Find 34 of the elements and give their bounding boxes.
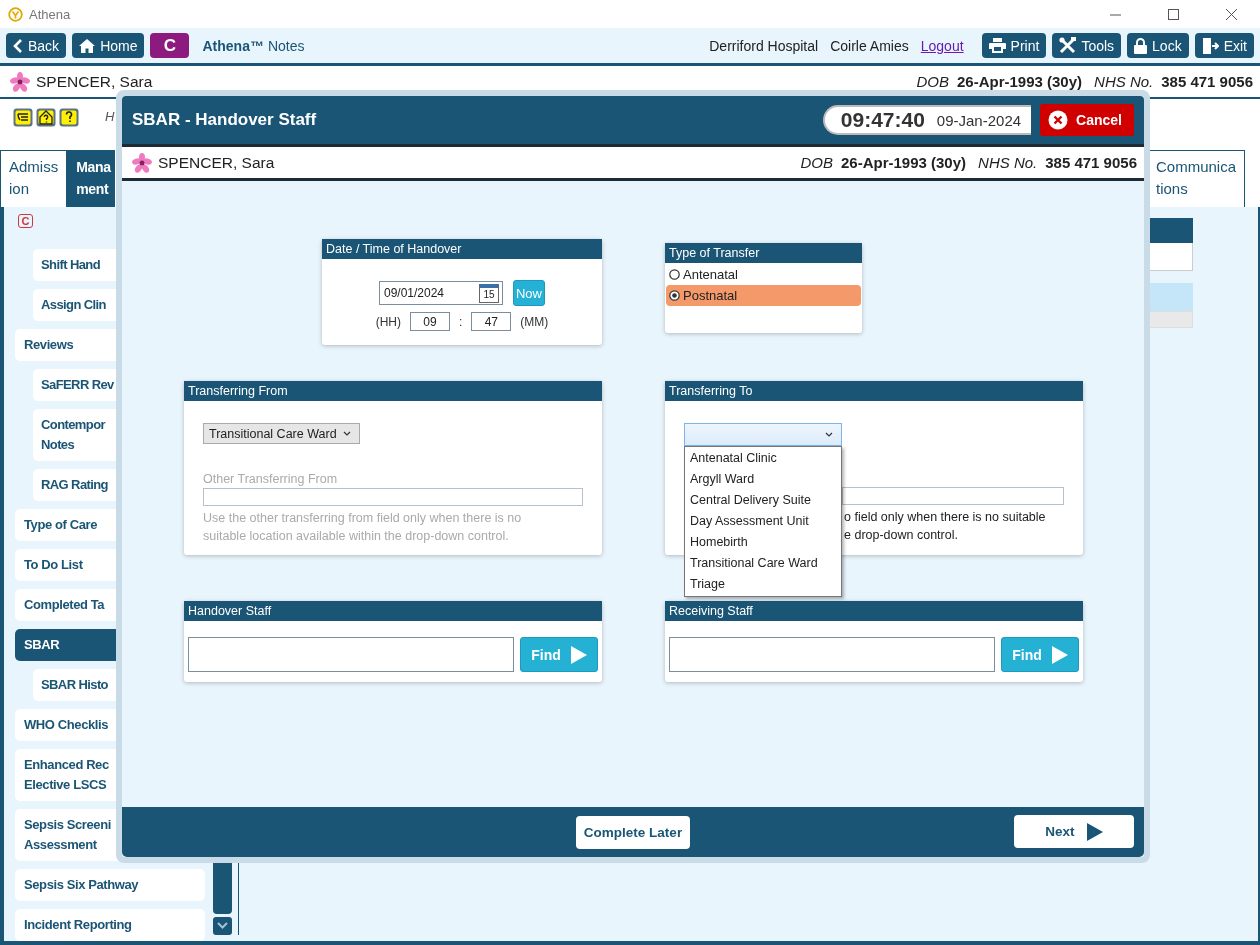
nhs-number-label: NHS No. [1094, 73, 1154, 90]
app-module-name: Notes [267, 37, 305, 54]
panel-title: Transferring To [665, 381, 1083, 401]
panel-title: Receiving Staff [665, 601, 1083, 621]
sidebar-badge-icon: C [18, 214, 33, 228]
field-label: Other Transferring From [203, 472, 339, 486]
dob-label: DOB [800, 154, 833, 171]
dob-value: 26-Apr-1993 (30y) [841, 154, 967, 171]
dob-value: 26-Apr-1993 (30y) [957, 73, 1083, 90]
clock-date: 09-Jan-2024 [936, 111, 1022, 129]
patient-name: SPENCER, Sara [158, 153, 275, 172]
panel-title: Handover Staff [184, 601, 602, 621]
minute-label: (MM) [520, 314, 549, 329]
user-name: Coirle Amies [830, 37, 909, 54]
help-text: Use the other transferring from field only when there is no suitable location available within the drop-down control. [203, 510, 523, 545]
hour-label: (HH) [375, 314, 401, 329]
nhs-number-value: 385 471 9056 [1161, 73, 1253, 90]
panel-title: Date / Time of Handover [322, 239, 602, 259]
clock-time: 09:47:40 [840, 108, 925, 132]
panel-title: Type of Transfer [665, 243, 862, 263]
dialog-title: SBAR - Handover Staff [132, 110, 318, 130]
help-text: o field only when there is no suitable [844, 510, 1046, 524]
patient-name: SPENCER, Sara [36, 72, 153, 91]
nhs-number-value: 385 471 9056 [1045, 154, 1137, 171]
time-separator: : [459, 314, 463, 329]
nhs-number-label: NHS No. [978, 154, 1038, 171]
hospital-name: Derriford Hospital [709, 37, 819, 54]
header-text: H [105, 109, 115, 124]
date-value: 09/01/2024 [384, 286, 445, 300]
panel-title: Transferring From [184, 381, 602, 401]
window-title: Athena [29, 6, 71, 22]
app-name: Athena™ [202, 37, 264, 54]
dob-label: DOB [916, 73, 949, 90]
help-text: e drop-down control. [844, 528, 958, 542]
